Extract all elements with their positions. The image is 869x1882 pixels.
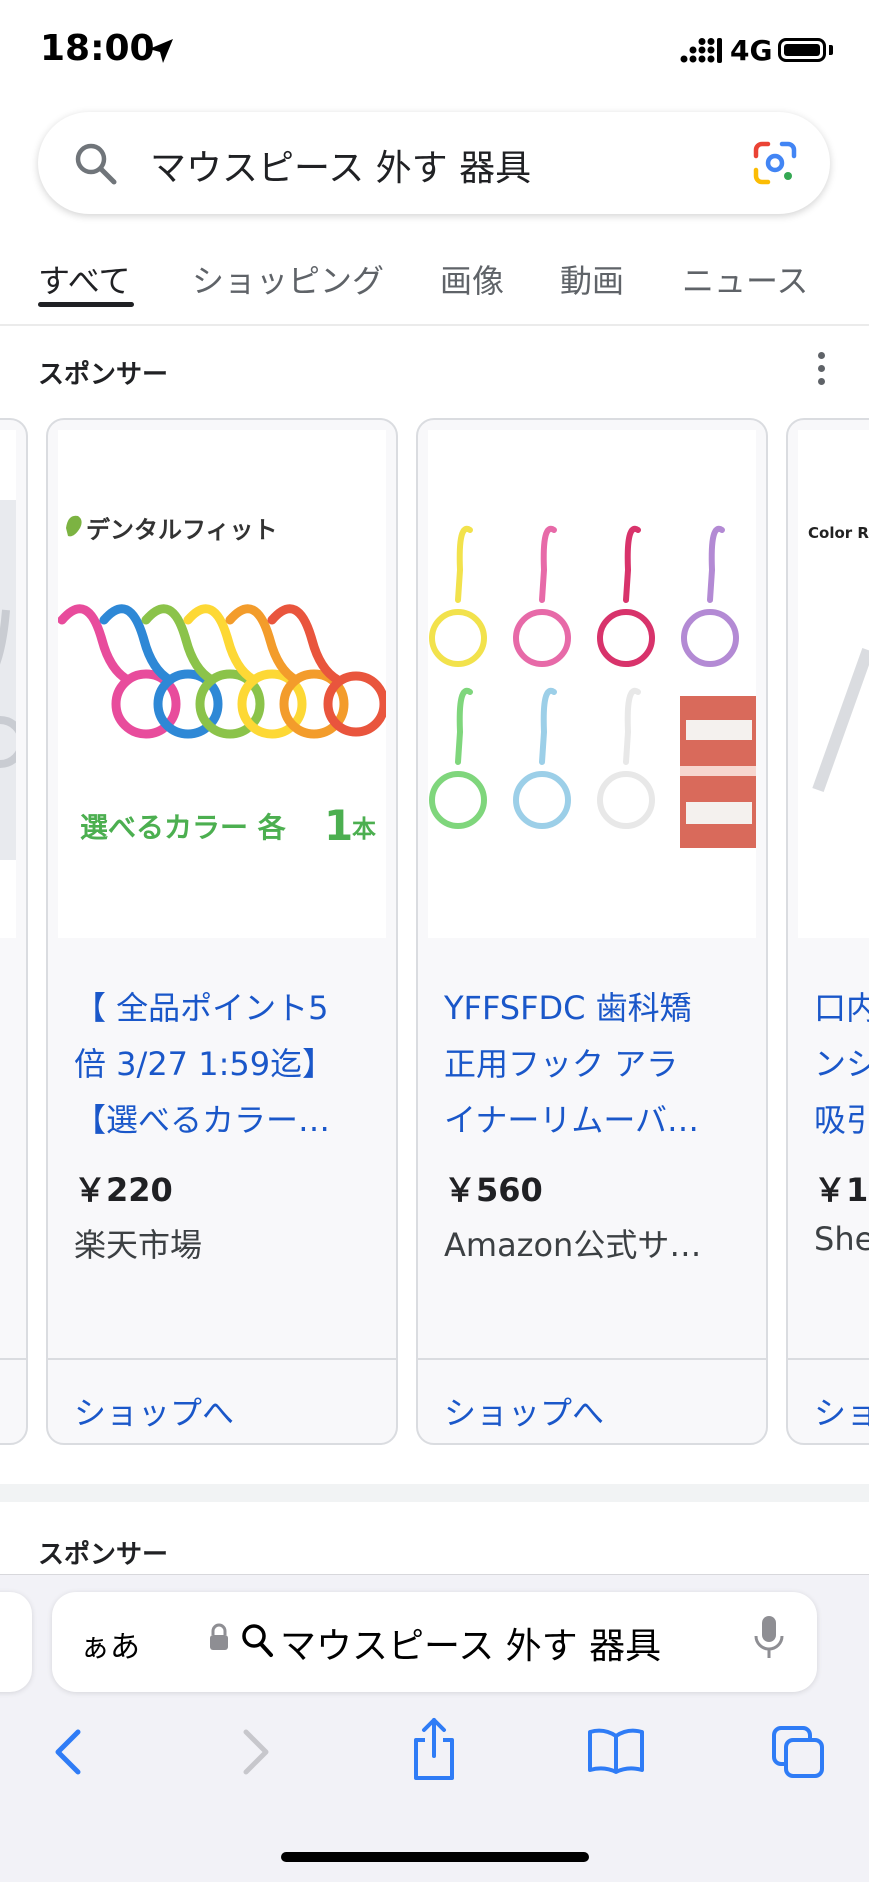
product-carousel[interactable]: デンタルフィット 選べるカラー 各 1 本 【 全品ポイント5 倍 3/27 1…: [0, 410, 869, 1450]
product-title-line[interactable]: 吸引: [814, 1092, 869, 1148]
sponsored-label: スポンサー: [38, 360, 169, 390]
card-separator: [0, 1358, 26, 1360]
product-card[interactable]: YFFSFDC 歯科矯 正用フック アラ イナーリムーバ… ￥560 Amazo…: [416, 418, 768, 1445]
hook-tool-image: [0, 500, 26, 860]
shop-link[interactable]: ショップへ: [444, 1388, 604, 1434]
product-title-line[interactable]: イナーリムーバ…: [444, 1092, 744, 1148]
product-image[interactable]: [428, 430, 756, 938]
previous-tab-address-bar[interactable]: [0, 1592, 32, 1692]
product-title[interactable]: 【 全品ポイント5 倍 3/27 1:59迄】 【選べるカラー…: [74, 980, 374, 1148]
bookmarks-icon[interactable]: [586, 1726, 646, 1776]
product-price: ￥560: [444, 1171, 543, 1209]
sponsored-label-2: スポンサー: [38, 1540, 169, 1570]
tabs-icon[interactable]: [770, 1724, 826, 1780]
product-card[interactable]: デンタルフィット 選べるカラー 各 1 本 【 全品ポイント5 倍 3/27 1…: [46, 418, 398, 1445]
search-query[interactable]: マウスピース 外す 器具: [150, 139, 531, 191]
product-title[interactable]: 口内 ンシ 吸引: [814, 980, 869, 1148]
toolbar-border: [0, 1574, 869, 1575]
product-title-line[interactable]: YFFSFDC 歯科矯: [444, 980, 744, 1036]
product-seller: 楽天市場: [74, 1226, 203, 1264]
product-price: ￥1: [814, 1171, 869, 1209]
google-lens-icon[interactable]: [752, 140, 798, 186]
battery-icon: [778, 38, 826, 62]
tab-all[interactable]: すべて: [38, 256, 130, 302]
tab-news[interactable]: ニュース: [682, 256, 808, 302]
home-indicator[interactable]: [281, 1852, 589, 1862]
tab-images[interactable]: 画像: [440, 256, 504, 302]
product-seller: She: [814, 1220, 869, 1258]
status-time: 18:00: [40, 28, 155, 69]
signal-strength-icon: [680, 38, 722, 63]
card-separator: [48, 1358, 396, 1360]
product-price: ￥220: [74, 1171, 173, 1209]
card-separator: [788, 1358, 869, 1360]
card-separator: [418, 1358, 766, 1360]
product-title[interactable]: YFFSFDC 歯科矯 正用フック アラ イナーリムーバ…: [444, 980, 744, 1148]
product-card-partial-right[interactable]: Color Ra 口内 ンシ 吸引 ￥1 She ショ: [786, 418, 869, 1445]
product-title-line[interactable]: 【選べるカラー…: [74, 1092, 374, 1148]
product-seller: Amazon公式サ…: [444, 1226, 702, 1264]
shop-link[interactable]: ショ: [814, 1388, 869, 1434]
tabs-divider: [0, 324, 869, 326]
section-divider: [0, 1484, 869, 1502]
svg-text:Color Ra: Color Ra: [808, 524, 869, 542]
color-hook-image: Color Ra: [808, 524, 869, 793]
more-options-icon[interactable]: [818, 352, 825, 391]
status-bar: 18:00 4G: [0, 0, 869, 110]
search-icon: [242, 1624, 273, 1657]
network-type: 4G: [730, 34, 773, 67]
product-image[interactable]: [0, 430, 26, 938]
svg-text:選べるカラー 各: 選べるカラー 各: [80, 811, 287, 844]
svg-text:デンタルフィット: デンタルフィット: [86, 516, 278, 544]
shop-link[interactable]: ショップへ: [74, 1388, 234, 1434]
back-icon[interactable]: [48, 1722, 88, 1782]
svg-text:1: 1: [324, 801, 353, 850]
location-arrow-icon: [149, 39, 173, 63]
address-text[interactable]: マウスピース 外す 器具: [280, 1617, 661, 1669]
aligner-hooks-image: [429, 525, 756, 848]
product-title-line[interactable]: 【 全品ポイント5: [74, 980, 374, 1036]
address-bar[interactable]: ぁあ マウスピース 外す 器具: [52, 1592, 817, 1692]
lock-icon: [210, 1623, 228, 1650]
product-image[interactable]: デンタルフィット 選べるカラー 各 1 本: [57, 430, 389, 938]
tab-videos[interactable]: 動画: [560, 256, 624, 302]
microphone-icon[interactable]: [752, 1614, 786, 1662]
forward-icon[interactable]: [236, 1722, 276, 1782]
product-title-line[interactable]: 倍 3/27 1:59迄】: [74, 1036, 374, 1092]
page-settings-button[interactable]: ぁあ: [80, 1622, 140, 1666]
dental-fit-hooks-image: デンタルフィット 選べるカラー 各 1 本: [57, 515, 389, 850]
search-icon[interactable]: [72, 140, 120, 188]
active-tab-indicator: [38, 302, 134, 307]
product-image[interactable]: Color Ra: [798, 430, 869, 938]
product-title-line[interactable]: ンシ: [814, 1036, 869, 1092]
product-title-line[interactable]: 口内: [814, 980, 869, 1036]
battery-tip: [829, 45, 833, 55]
tab-shopping[interactable]: ショッピング: [192, 256, 384, 302]
product-title-line[interactable]: 正用フック アラ: [444, 1036, 744, 1092]
product-card-partial-left[interactable]: [0, 418, 28, 1445]
svg-text:本: 本: [352, 815, 376, 843]
search-box[interactable]: マウスピース 外す 器具: [38, 112, 830, 214]
share-icon[interactable]: [408, 1716, 460, 1782]
